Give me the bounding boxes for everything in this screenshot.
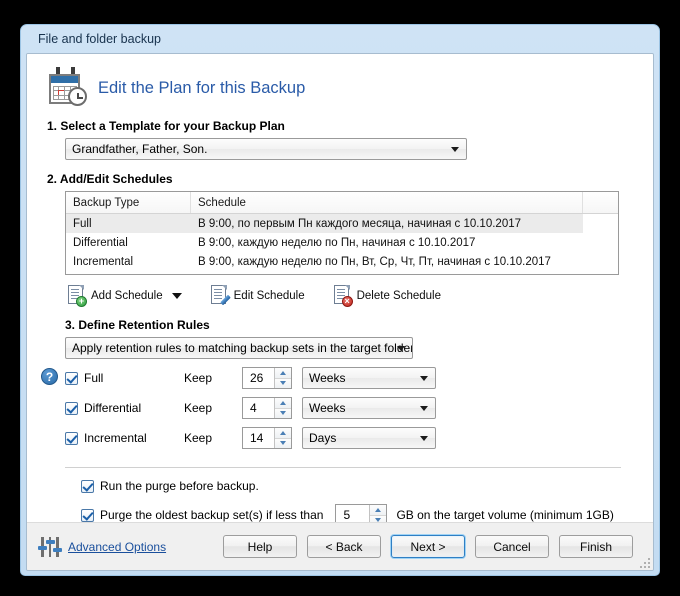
step3-label: 3. Define Retention Rules [65, 318, 210, 332]
stepper-buttons[interactable] [274, 368, 291, 388]
retention-incremental-label: Incremental [84, 431, 147, 445]
stepper-buttons[interactable] [274, 428, 291, 448]
edit-schedule-button[interactable]: Edit Schedule [210, 285, 305, 306]
table-row[interactable]: Differential В 9:00, каждую неделю по Пн… [66, 233, 618, 252]
retention-scope-value: Apply retention rules to matching backup… [72, 341, 413, 355]
cell-backup-type: Incremental [73, 255, 134, 268]
schedule-actions: + Add Schedule Edit Schedule × Delete Sc… [67, 285, 633, 307]
chevron-down-icon [420, 406, 428, 411]
add-schedule-button[interactable]: + Add Schedule [67, 285, 182, 307]
retention-differential-unit-combobox[interactable]: Weeks [302, 397, 436, 419]
retention-scope-combobox[interactable]: Apply retention rules to matching backup… [65, 337, 413, 359]
stepper-up-icon[interactable] [275, 398, 291, 409]
column-header-backup-type: Backup Type [66, 192, 191, 213]
purge-oldest-prefix: Purge the oldest backup set(s) if less t… [100, 508, 324, 522]
title-bar: File and folder backup [26, 25, 654, 53]
retention-differential-amount-value: 4 [250, 401, 257, 415]
chevron-down-icon [397, 346, 405, 351]
stepper-up-icon[interactable] [370, 505, 387, 516]
retention-rule-row: Full Keep 26 Weeks [65, 367, 633, 389]
step1-label: 1. Select a Template for your Backup Pla… [47, 119, 285, 133]
cell-schedule: В 9:00, каждую неделю по Пн, начиная с 1… [198, 236, 476, 249]
retention-differential-amount-stepper[interactable]: 4 [242, 397, 292, 419]
retention-full-label: Full [84, 371, 104, 385]
stepper-up-icon[interactable] [275, 368, 291, 379]
cell-backup-type: Differential [73, 236, 128, 249]
retention-full-amount-value: 26 [250, 371, 264, 385]
finish-button[interactable]: Finish [559, 535, 633, 558]
dialog-footer: Advanced Options Help < Back Next > Canc… [27, 522, 653, 570]
delete-schedule-label: Delete Schedule [356, 289, 441, 302]
sliders-icon [38, 536, 62, 557]
template-combobox[interactable]: Grandfather, Father, Son. [65, 138, 467, 160]
cell-schedule: В 9:00, каждую неделю по Пн, Вт, Ср, Чт,… [198, 255, 551, 268]
retention-differential-checkbox[interactable] [65, 401, 78, 415]
edit-schedule-label: Edit Schedule [233, 289, 305, 302]
chevron-down-icon [420, 436, 428, 441]
help-button[interactable]: Help [223, 535, 297, 558]
advanced-options-button[interactable]: Advanced Options [38, 536, 166, 557]
resize-grip[interactable] [638, 556, 650, 568]
retention-incremental-checkbox[interactable] [65, 431, 78, 445]
document-edit-icon [210, 285, 231, 306]
template-combobox-value: Grandfather, Father, Son. [72, 142, 208, 156]
retention-full-checkbox[interactable] [65, 371, 78, 385]
stepper-up-icon[interactable] [275, 428, 291, 439]
page-header: Edit the Plan for this Backup [47, 67, 633, 106]
retention-differential-label: Differential [84, 401, 142, 415]
add-schedule-label: Add Schedule [91, 289, 163, 302]
calendar-clock-icon [47, 67, 87, 106]
document-add-icon: + [67, 285, 87, 307]
run-purge-label: Run the purge before backup. [100, 479, 259, 493]
cell-backup-type: Full [73, 217, 92, 230]
cell-schedule: В 9:00, по первым Пн каждого месяца, нач… [198, 217, 522, 230]
advanced-options-link[interactable]: Advanced Options [68, 540, 166, 554]
table-row[interactable]: Incremental В 9:00, каждую неделю по Пн,… [66, 252, 618, 271]
retention-differential-unit-value: Weeks [309, 401, 346, 415]
dialog-client-area: Edit the Plan for this Backup 1. Select … [26, 53, 654, 571]
keep-label: Keep [184, 431, 213, 445]
document-delete-icon: × [333, 285, 353, 307]
retention-incremental-amount-stepper[interactable]: 14 [242, 427, 292, 449]
keep-label: Keep [184, 371, 213, 385]
retention-full-amount-stepper[interactable]: 26 [242, 367, 292, 389]
dialog-content: Edit the Plan for this Backup 1. Select … [27, 54, 653, 526]
window-title: File and folder backup [38, 32, 161, 46]
section-divider [65, 467, 621, 468]
dialog-buttons: Help < Back Next > Cancel Finish [223, 535, 641, 558]
stepper-down-icon[interactable] [275, 378, 291, 388]
step2-label: 2. Add/Edit Schedules [47, 172, 173, 186]
chevron-down-icon [420, 376, 428, 381]
schedules-table[interactable]: Backup Type Schedule Full В 9:00, по пер… [65, 191, 619, 275]
cancel-button[interactable]: Cancel [475, 535, 549, 558]
retention-rule-row: Incremental Keep 14 Days [65, 427, 633, 449]
stepper-down-icon[interactable] [275, 438, 291, 448]
retention-incremental-unit-value: Days [309, 431, 337, 445]
page-title: Edit the Plan for this Backup [98, 78, 306, 97]
retention-incremental-amount-value: 14 [250, 431, 264, 445]
table-row[interactable]: Full В 9:00, по первым Пн каждого месяца… [66, 214, 583, 233]
chevron-down-icon[interactable] [171, 292, 182, 299]
chevron-down-icon [451, 147, 459, 152]
retention-full-unit-value: Weeks [309, 371, 346, 385]
next-button[interactable]: Next > [391, 535, 465, 558]
help-icon[interactable]: ? [41, 368, 58, 385]
purge-oldest-checkbox[interactable] [81, 508, 94, 522]
column-header-spacer [583, 192, 618, 213]
dialog-window: File and folder backup Edit the Plan for… [20, 24, 660, 576]
retention-incremental-unit-combobox[interactable]: Days [302, 427, 436, 449]
back-button[interactable]: < Back [307, 535, 381, 558]
retention-full-unit-combobox[interactable]: Weeks [302, 367, 436, 389]
purge-oldest-suffix: GB on the target volume (minimum 1GB) [396, 508, 614, 522]
run-purge-checkbox[interactable] [81, 479, 94, 493]
column-header-schedule: Schedule [191, 192, 583, 213]
stepper-down-icon[interactable] [275, 408, 291, 418]
purge-threshold-value: 5 [343, 508, 351, 522]
table-header: Backup Type Schedule [66, 192, 618, 214]
retention-rule-row: Differential Keep 4 Weeks [65, 397, 633, 419]
delete-schedule-button[interactable]: × Delete Schedule [333, 285, 441, 307]
stepper-buttons[interactable] [274, 398, 291, 418]
keep-label: Keep [184, 401, 213, 415]
run-purge-row: Run the purge before backup. [81, 479, 633, 493]
